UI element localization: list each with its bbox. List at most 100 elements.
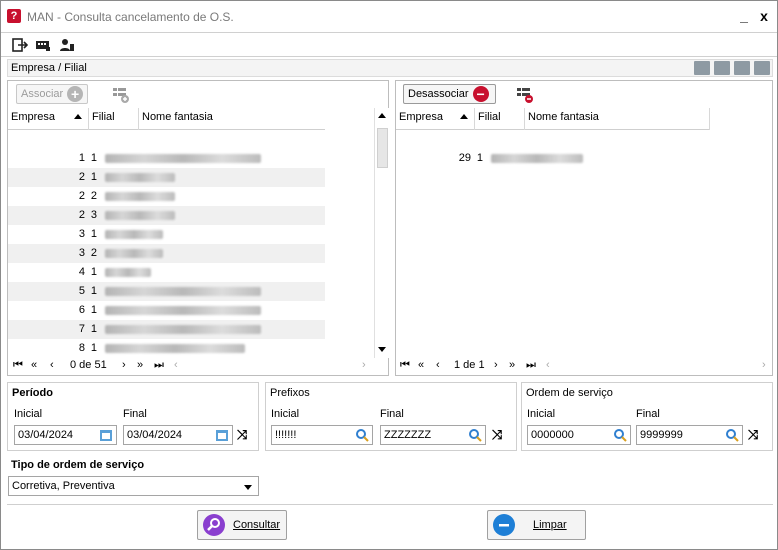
add-list-icon[interactable] xyxy=(112,86,130,104)
close-button[interactable]: x xyxy=(755,7,773,25)
ordem-title: Ordem de serviço xyxy=(526,387,613,399)
user-icon[interactable] xyxy=(58,36,76,54)
ordem-final-label: Final xyxy=(636,408,660,420)
table-row[interactable]: 61 xyxy=(8,301,325,320)
table-row[interactable]: 11 xyxy=(8,149,325,168)
ordem-final-field[interactable]: 9999999 xyxy=(636,425,743,445)
cell-nome-fantasia-redacted xyxy=(101,187,325,206)
table-row[interactable]: 51 xyxy=(8,282,325,301)
form-view-icon[interactable] xyxy=(734,61,750,75)
prev-page-icon[interactable]: ‹ xyxy=(436,355,440,375)
minus-icon xyxy=(493,514,515,536)
cell-nome-fantasia-redacted xyxy=(101,282,325,301)
col-nome-right[interactable]: Nome fantasia xyxy=(525,108,710,130)
prefixos-final-field[interactable]: ZZZZZZZ xyxy=(380,425,486,445)
ordem-inicial-value: 0000000 xyxy=(531,429,574,441)
scroll-up-icon[interactable] xyxy=(378,113,386,118)
prev-page-fast-icon[interactable]: « xyxy=(418,355,424,375)
col-empresa-right-label: Empresa xyxy=(399,111,444,123)
table-row[interactable]: 29 1 xyxy=(396,149,710,168)
last-page-icon[interactable]: ⏭ xyxy=(154,355,164,375)
redacted-text xyxy=(105,210,175,220)
table-row[interactable]: 21 xyxy=(8,168,325,187)
table-row[interactable]: 32 xyxy=(8,244,325,263)
periodo-title: Período xyxy=(12,387,53,399)
h-scroll-right-icon[interactable]: › xyxy=(762,355,766,375)
cell-nome-fantasia-redacted xyxy=(101,263,325,282)
prev-page-icon[interactable]: ‹ xyxy=(50,355,54,375)
col-filial[interactable]: Filial xyxy=(89,108,139,130)
shuffle-icon[interactable]: ⤨ xyxy=(748,428,758,442)
right-grid-panel: Desassociar − Empresa Filial Nome fantas… xyxy=(395,80,773,376)
right-pager: ⏮ « ‹ 1 de 1 › » ⏭ ‹ › xyxy=(396,355,772,375)
periodo-inicial-field[interactable]: 03/04/2024 xyxy=(14,425,117,445)
col-nome-fantasia[interactable]: Nome fantasia xyxy=(139,108,325,130)
shuffle-icon[interactable]: ⤨ xyxy=(492,428,502,442)
ordem-inicial-field[interactable]: 0000000 xyxy=(527,425,631,445)
associar-button[interactable]: Associar + xyxy=(16,84,88,104)
tipo-os-select[interactable]: Corretiva, Preventiva xyxy=(8,476,259,496)
last-page-icon[interactable]: ⏭ xyxy=(526,355,536,375)
next-page-icon[interactable]: › xyxy=(122,355,126,375)
desassociar-button[interactable]: Desassociar − xyxy=(403,84,496,104)
shuffle-icon[interactable]: ⤨ xyxy=(237,428,247,442)
h-scroll-left-icon[interactable]: ‹ xyxy=(546,355,550,375)
redacted-text xyxy=(105,248,163,258)
calendar-icon[interactable] xyxy=(99,428,113,442)
limpar-button[interactable]: Limpar xyxy=(487,510,586,540)
ordem-servico-group: Ordem de serviço Inicial Final 0000000 9… xyxy=(521,382,773,451)
undo-icon[interactable] xyxy=(694,61,710,75)
table-row[interactable]: 41 xyxy=(8,263,325,282)
cell-filial: 1 xyxy=(90,285,97,297)
table-row[interactable]: 31 xyxy=(8,225,325,244)
cell-nome-fantasia-redacted xyxy=(487,149,710,168)
prev-page-fast-icon[interactable]: « xyxy=(31,355,37,375)
minimize-button[interactable]: _ xyxy=(735,7,753,25)
table-row[interactable]: 71 xyxy=(8,320,325,339)
h-scroll-right-icon[interactable]: › xyxy=(362,355,366,375)
scroll-down-icon[interactable] xyxy=(378,347,386,352)
sort-asc-icon xyxy=(74,114,82,119)
title-bar: ? MAN - Consulta cancelamento de O.S. _ … xyxy=(1,1,777,32)
consultar-button[interactable]: Consultar xyxy=(197,510,287,540)
next-page-fast-icon[interactable]: » xyxy=(509,355,515,375)
col-empresa[interactable]: Empresa xyxy=(8,108,89,130)
first-page-icon[interactable]: ⏮ xyxy=(13,355,23,375)
search-icon[interactable] xyxy=(355,428,369,442)
ordem-inicial-label: Inicial xyxy=(527,408,556,420)
col-empresa-right[interactable]: Empresa xyxy=(396,108,475,130)
cell-empresa: 2 xyxy=(78,171,85,183)
cell-nome-fantasia-redacted xyxy=(101,244,325,263)
h-scroll-left-icon[interactable]: ‹ xyxy=(174,355,178,375)
maximize-icon[interactable] xyxy=(754,61,770,75)
table-row[interactable]: 23 xyxy=(8,206,325,225)
search-icon[interactable] xyxy=(468,428,482,442)
col-filial-right[interactable]: Filial xyxy=(475,108,525,130)
calendar-icon[interactable] xyxy=(215,428,229,442)
prefixos-inicial-value: !!!!!!! xyxy=(275,429,297,441)
prefixos-inicial-field[interactable]: !!!!!!! xyxy=(271,425,373,445)
search-icon[interactable] xyxy=(725,428,739,442)
remove-list-icon[interactable] xyxy=(516,86,534,104)
col-filial-right-label: Filial xyxy=(478,111,501,123)
exit-icon[interactable] xyxy=(11,36,29,54)
first-page-icon[interactable]: ⏮ xyxy=(400,355,410,375)
left-vertical-scrollbar[interactable] xyxy=(374,108,389,358)
redacted-text xyxy=(105,343,245,353)
section-title: Empresa / Filial xyxy=(11,62,87,74)
table-row[interactable]: 22 xyxy=(8,187,325,206)
consultar-label: Consultar xyxy=(233,519,281,531)
col-filial-label: Filial xyxy=(92,111,115,123)
next-page-icon[interactable]: › xyxy=(494,355,498,375)
periodo-final-field[interactable]: 03/04/2024 xyxy=(123,425,233,445)
col-nome-right-label: Nome fantasia xyxy=(528,111,599,123)
list-view-icon[interactable] xyxy=(714,61,730,75)
cell-filial: 1 xyxy=(90,304,97,316)
redacted-text xyxy=(105,286,261,296)
next-page-fast-icon[interactable]: » xyxy=(137,355,143,375)
scroll-thumb[interactable] xyxy=(377,128,388,168)
cell-empresa: 3 xyxy=(78,247,85,259)
report-icon[interactable] xyxy=(34,36,52,54)
search-icon[interactable] xyxy=(613,428,627,442)
cell-nome-fantasia-redacted xyxy=(101,168,325,187)
